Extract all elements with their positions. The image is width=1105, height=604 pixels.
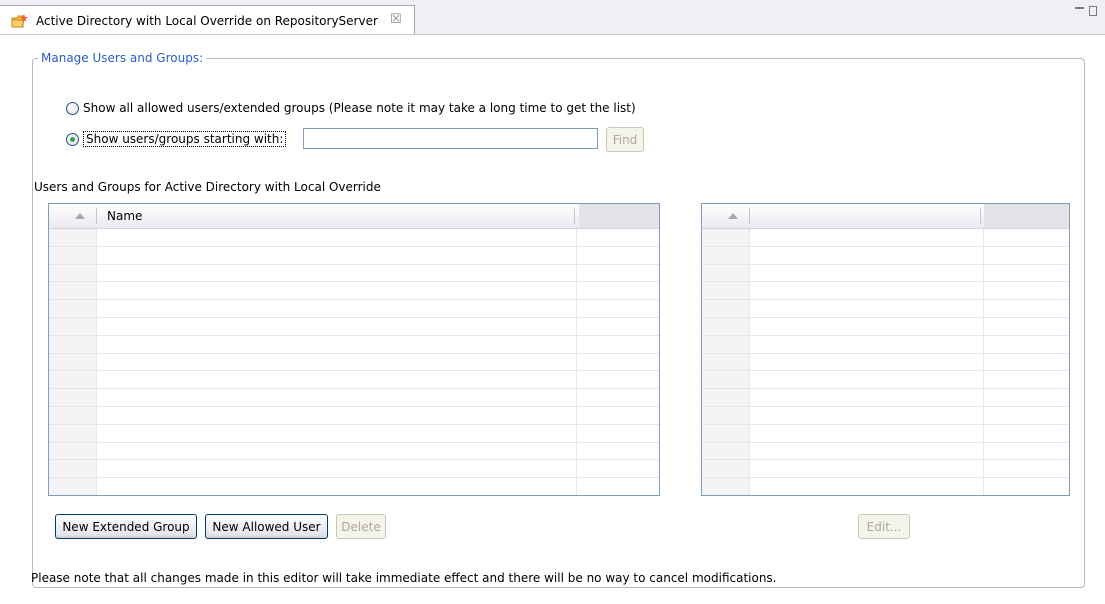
table-row[interactable] [702,265,1069,283]
new-allowed-user-label: New Allowed User [212,519,321,534]
edit-button[interactable]: Edit... [858,514,910,539]
users-table-label: Users and Groups for Active Directory wi… [34,180,381,194]
table-row[interactable] [702,247,1069,265]
show-all-radio[interactable] [66,101,79,115]
maximize-icon[interactable] [1089,6,1097,16]
table-row[interactable] [49,389,659,407]
table-row[interactable] [702,407,1069,425]
table-row[interactable] [49,425,659,443]
table-row[interactable] [49,443,659,461]
detail-sort-column-header[interactable] [728,204,738,228]
table-row[interactable] [49,336,659,354]
users-groups-table[interactable]: Name [48,203,660,496]
table-row[interactable] [702,318,1069,336]
table-row[interactable] [49,318,659,336]
table-row[interactable] [49,407,659,425]
table-row[interactable] [702,229,1069,247]
name-column-header[interactable]: Name [107,204,142,228]
sort-ascending-icon [75,213,85,219]
edit-label: Edit... [866,519,902,534]
table-row[interactable] [49,354,659,372]
table-row[interactable] [49,478,659,495]
find-button-label: Find [612,132,638,147]
delete-label: Delete [341,519,381,534]
table-row[interactable] [702,443,1069,461]
name-column-label: Name [107,209,143,223]
header-filler [984,204,1069,228]
editor-tab[interactable]: Active Directory with Local Override on … [0,5,415,34]
sort-ascending-icon [728,213,738,219]
table-row[interactable] [702,300,1069,318]
detail-table-rows [702,229,1069,495]
editor-tab-bar: Active Directory with Local Override on … [0,0,1105,35]
table-row[interactable] [49,460,659,479]
table-row[interactable] [702,425,1069,443]
close-icon[interactable]: ☒ [390,12,402,27]
minimize-icon[interactable] [1075,7,1084,9]
table-row[interactable] [702,389,1069,407]
find-button[interactable]: Find [606,127,644,152]
users-table-rows [49,229,659,495]
detail-table-header [702,204,1069,229]
table-row[interactable] [702,460,1069,479]
filter-input[interactable] [303,128,598,149]
table-row[interactable] [49,371,659,390]
table-row[interactable] [49,247,659,265]
new-allowed-user-button[interactable]: New Allowed User [205,514,328,539]
group-legend: Manage Users and Groups: [38,51,207,65]
tab-title: Active Directory with Local Override on … [36,14,378,28]
detail-table[interactable] [701,203,1070,496]
show-all-label: Show all allowed users/extended groups (… [83,101,636,115]
sort-column-header[interactable] [75,204,85,228]
folder-edit-icon [11,13,29,29]
show-all-option[interactable]: Show all allowed users/extended groups (… [66,101,636,115]
table-row[interactable] [49,229,659,247]
table-row[interactable] [49,300,659,318]
header-filler [579,204,659,228]
table-row[interactable] [49,265,659,283]
table-row[interactable] [702,282,1069,301]
delete-button[interactable]: Delete [336,514,386,539]
table-header: Name [49,204,659,229]
table-row[interactable] [702,336,1069,354]
show-starting-label: Show users/groups starting with: [83,131,287,147]
view-controls [1075,6,1097,16]
footer-note: Please note that all changes made in thi… [31,571,777,585]
new-extended-group-label: New Extended Group [62,519,190,534]
table-row[interactable] [702,371,1069,390]
show-starting-option[interactable]: Show users/groups starting with: [66,131,287,147]
table-row[interactable] [49,282,659,301]
table-row[interactable] [702,354,1069,372]
new-extended-group-button[interactable]: New Extended Group [55,514,197,539]
show-starting-radio[interactable] [66,132,79,146]
table-row[interactable] [702,478,1069,495]
